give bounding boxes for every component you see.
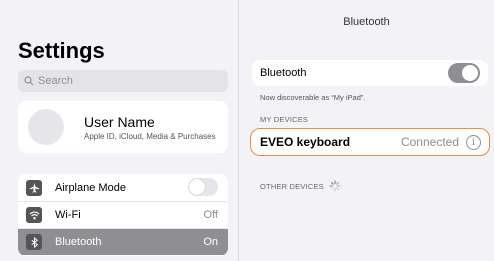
profile-card[interactable]: User Name Apple ID, iCloud, Media & Purc…	[18, 101, 228, 153]
pane-divider	[238, 0, 239, 261]
bluetooth-toggle[interactable]	[448, 63, 480, 83]
airplane-icon	[26, 179, 42, 196]
sidebar-item-label: Bluetooth	[55, 236, 102, 248]
bluetooth-row: Bluetooth	[252, 60, 488, 86]
search-icon	[24, 76, 34, 86]
device-name: EVEO keyboard	[260, 135, 351, 149]
loading-spinner-icon	[329, 180, 341, 192]
wifi-icon	[26, 207, 42, 223]
profile-name: User Name	[84, 113, 155, 130]
my-devices-header: MY DEVICES	[260, 115, 309, 124]
profile-subtitle: Apple ID, iCloud, Media & Purchases	[84, 131, 216, 141]
info-icon[interactable]: i	[466, 135, 481, 150]
panel-title: Bluetooth	[343, 16, 390, 28]
discoverable-text: Now discoverable as “My iPad”.	[260, 93, 366, 102]
bluetooth-label: Bluetooth	[260, 67, 307, 79]
device-row[interactable]: EVEO keyboard Connected i	[250, 128, 490, 156]
page-title: Settings	[18, 38, 105, 63]
sidebar-item-label: Wi-Fi	[55, 209, 81, 221]
settings-group: Airplane Mode Wi-Fi Off Bluetooth On	[18, 174, 228, 256]
other-devices-label: OTHER DEVICES	[260, 181, 324, 191]
bluetooth-icon	[26, 234, 42, 250]
bluetooth-status: On	[203, 236, 218, 248]
avatar	[28, 109, 64, 145]
other-devices-header: OTHER DEVICES	[260, 180, 341, 192]
search-field[interactable]	[18, 70, 228, 92]
wifi-status: Off	[203, 209, 218, 221]
airplane-mode-toggle[interactable]	[188, 178, 218, 196]
search-input[interactable]	[38, 75, 218, 87]
sidebar-item-wifi[interactable]: Wi-Fi Off	[18, 201, 228, 228]
sidebar-item-bluetooth[interactable]: Bluetooth On	[18, 228, 228, 255]
sidebar-item-airplane-mode[interactable]: Airplane Mode	[18, 174, 228, 201]
device-status: Connected	[400, 135, 459, 149]
sidebar: Settings User Name Apple ID, iCloud, Med…	[0, 0, 238, 261]
sidebar-item-label: Airplane Mode	[55, 181, 126, 194]
